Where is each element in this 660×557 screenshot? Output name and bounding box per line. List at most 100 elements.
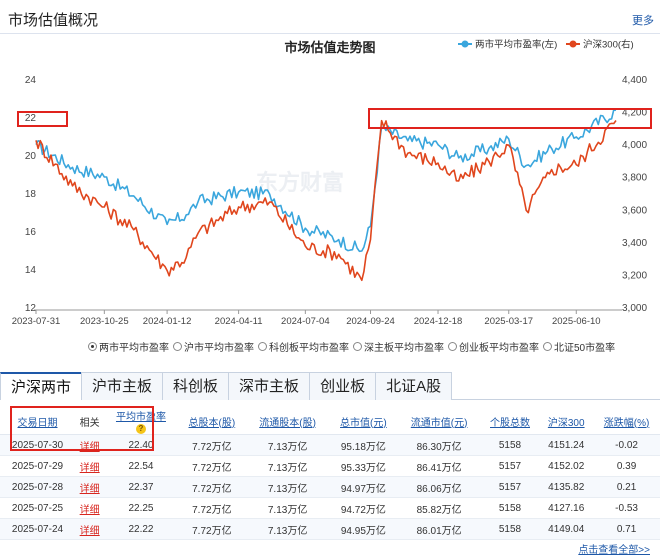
watermark-text: 东方财富 bbox=[256, 170, 344, 195]
tab-0[interactable]: 沪深两市 bbox=[0, 372, 83, 400]
column-header-7[interactable]: 个股总数 bbox=[480, 408, 540, 436]
table-cell-5: 95.18万亿 bbox=[329, 434, 398, 457]
right-axis-tick-label: 3,200 bbox=[622, 270, 647, 281]
x-axis-tick-label: 2025-03-17 bbox=[484, 316, 533, 327]
column-header-3[interactable]: 总股本(股) bbox=[177, 408, 247, 436]
right-axis-tick-label: 3,800 bbox=[622, 173, 647, 184]
x-axis-tick-label: 2025-06-10 bbox=[552, 316, 601, 327]
table-cell-6: 86.06万亿 bbox=[397, 476, 481, 499]
table-cell-4: 7.13万亿 bbox=[246, 434, 330, 457]
table-cell-6: 86.30万亿 bbox=[397, 434, 481, 457]
table-cell-1[interactable]: 详细 bbox=[75, 497, 105, 520]
radio-label: 创业板平均市盈率 bbox=[459, 342, 539, 354]
radio-dot bbox=[173, 341, 182, 351]
tab-2[interactable]: 科创板 bbox=[162, 372, 230, 400]
left-axis-tick-label: 16 bbox=[25, 227, 37, 238]
table-cell-1[interactable]: 详细 bbox=[75, 476, 105, 499]
right-axis-tick-label: 4,000 bbox=[622, 140, 647, 151]
table-cell-3: 7.72万亿 bbox=[177, 518, 247, 541]
tab-1[interactable]: 沪市主板 bbox=[81, 372, 164, 400]
x-axis-tick-label: 2023-07-31 bbox=[12, 316, 61, 327]
radio-label: 科创板平均市盈率 bbox=[269, 342, 349, 354]
table-cell-8: 4149.04 bbox=[539, 518, 594, 541]
x-axis-tick-label: 2024-09-24 bbox=[346, 316, 395, 327]
column-header-1: 相关 bbox=[75, 408, 105, 436]
metric-radio-0[interactable]: 两市平均市盈率 bbox=[88, 338, 169, 354]
table-cell-6: 86.41万亿 bbox=[397, 455, 481, 478]
column-header-label: 相关 bbox=[79, 417, 100, 429]
table-cell-9: -0.53 bbox=[593, 497, 660, 520]
table-cell-7: 5158 bbox=[480, 434, 540, 457]
radio-dot bbox=[543, 341, 552, 351]
radio-label: 北证50市盈率 bbox=[554, 342, 616, 354]
column-header-label: 个股总数 bbox=[490, 417, 530, 429]
table-cell-8: 4152.02 bbox=[539, 455, 594, 478]
valuation-table: 交易日期 相关 平均市盈率? 总股本(股) 流通股本(股) 总市值(元) 流通市值(元) 个股… bbox=[0, 408, 660, 541]
column-header-0[interactable]: 交易日期 bbox=[0, 408, 75, 436]
radio-dot bbox=[448, 341, 457, 351]
table-cell-3: 7.72万亿 bbox=[177, 497, 247, 520]
table-cell-7: 5158 bbox=[480, 518, 540, 541]
column-header-2[interactable]: 平均市盈率? bbox=[104, 408, 178, 436]
radio-label: 深主板平均市盈率 bbox=[364, 342, 444, 354]
legend-swatch-dot bbox=[461, 40, 469, 48]
table-cell-1[interactable]: 详细 bbox=[75, 434, 105, 457]
radio-label: 两市平均市盈率 bbox=[99, 342, 169, 354]
table-cell-0: 2025-07-24 bbox=[0, 518, 75, 541]
legend-swatch-dot bbox=[569, 40, 577, 48]
metric-radio-3[interactable]: 深主板平均市盈率 bbox=[353, 338, 444, 354]
tab-4[interactable]: 创业板 bbox=[309, 372, 377, 400]
metric-radio-2[interactable]: 科创板平均市盈率 bbox=[258, 338, 349, 354]
radio-label: 沪市平均市盈率 bbox=[184, 342, 254, 354]
table-cell-0: 2025-07-29 bbox=[0, 455, 75, 478]
column-header-6[interactable]: 流通市值(元) bbox=[397, 408, 481, 436]
left-axis-tick-label: 24 bbox=[25, 75, 37, 86]
column-header-label: 总股本(股) bbox=[188, 417, 236, 429]
valuation-chart: 市场估值走势图 两市平均市盈率(左) 沪深300(右) 东方财富 24 22 20 18 16 1… bbox=[0, 34, 660, 354]
column-header-5[interactable]: 总市值(元) bbox=[329, 408, 398, 436]
table-row: 2025-07-25 详细 22.25 7.72万亿 7.13万亿 94.72万亿 85.8… bbox=[0, 497, 660, 520]
right-axis-tick-label: 3,600 bbox=[622, 205, 647, 216]
table-cell-4: 7.13万亿 bbox=[246, 455, 330, 478]
table-cell-6: 85.82万亿 bbox=[397, 497, 481, 520]
table-cell-9: 0.39 bbox=[593, 455, 660, 478]
table-cell-2: 22.54 bbox=[104, 455, 178, 478]
table-cell-9: 0.21 bbox=[593, 476, 660, 499]
left-axis-tick-label: 14 bbox=[25, 265, 37, 276]
table-cell-1[interactable]: 详细 bbox=[75, 518, 105, 541]
table-cell-4: 7.13万亿 bbox=[246, 476, 330, 499]
x-axis-tick-label: 2024-04-11 bbox=[215, 316, 263, 327]
metric-radio-5[interactable]: 北证50市盈率 bbox=[543, 338, 615, 354]
radio-dot bbox=[88, 341, 97, 351]
table-cell-0: 2025-07-28 bbox=[0, 476, 75, 499]
table-cell-2: 22.22 bbox=[104, 518, 178, 541]
more-link[interactable]: 更多 bbox=[632, 12, 654, 28]
left-axis-tick-label: 20 bbox=[25, 151, 37, 162]
table-cell-5: 94.95万亿 bbox=[329, 518, 398, 541]
table-cell-0: 2025-07-30 bbox=[0, 434, 75, 457]
valuation-chart-svg: 市场估值走势图 两市平均市盈率(左) 沪深300(右) 东方财富 24 22 20 18 16 1… bbox=[12, 39, 648, 328]
column-header-label: 交易日期 bbox=[17, 417, 58, 429]
radio-dot bbox=[353, 341, 362, 351]
right-axis-tick-label: 3,000 bbox=[622, 303, 647, 314]
table-cell-2: 22.40 bbox=[104, 434, 178, 457]
table-cell-2: 22.37 bbox=[104, 476, 178, 499]
table-cell-1[interactable]: 详细 bbox=[75, 455, 105, 478]
column-header-8[interactable]: 沪深300 bbox=[539, 408, 594, 436]
metric-radio-4[interactable]: 创业板平均市盈率 bbox=[448, 338, 539, 354]
table-cell-4: 7.13万亿 bbox=[246, 518, 330, 541]
column-header-label: 沪深300 bbox=[547, 417, 585, 429]
column-header-4[interactable]: 流通股本(股) bbox=[246, 408, 330, 436]
table-cell-5: 94.97万亿 bbox=[329, 476, 398, 499]
column-header-label: 流通市值(元) bbox=[410, 417, 468, 429]
tab-5[interactable]: 北证A股 bbox=[375, 372, 453, 400]
column-header-9[interactable]: 涨跌幅(%) bbox=[593, 408, 660, 436]
panel-title: 市场估值概况 bbox=[8, 12, 99, 29]
table-cell-5: 94.72万亿 bbox=[329, 497, 398, 520]
help-icon[interactable]: ? bbox=[135, 424, 146, 434]
view-all-link[interactable]: 点击查看全部>> bbox=[578, 541, 650, 556]
table-cell-8: 4127.16 bbox=[539, 497, 594, 520]
metric-radio-1[interactable]: 沪市平均市盈率 bbox=[173, 338, 254, 354]
tab-3[interactable]: 深市主板 bbox=[228, 372, 311, 400]
right-axis-tick-label: 4,200 bbox=[622, 108, 647, 119]
